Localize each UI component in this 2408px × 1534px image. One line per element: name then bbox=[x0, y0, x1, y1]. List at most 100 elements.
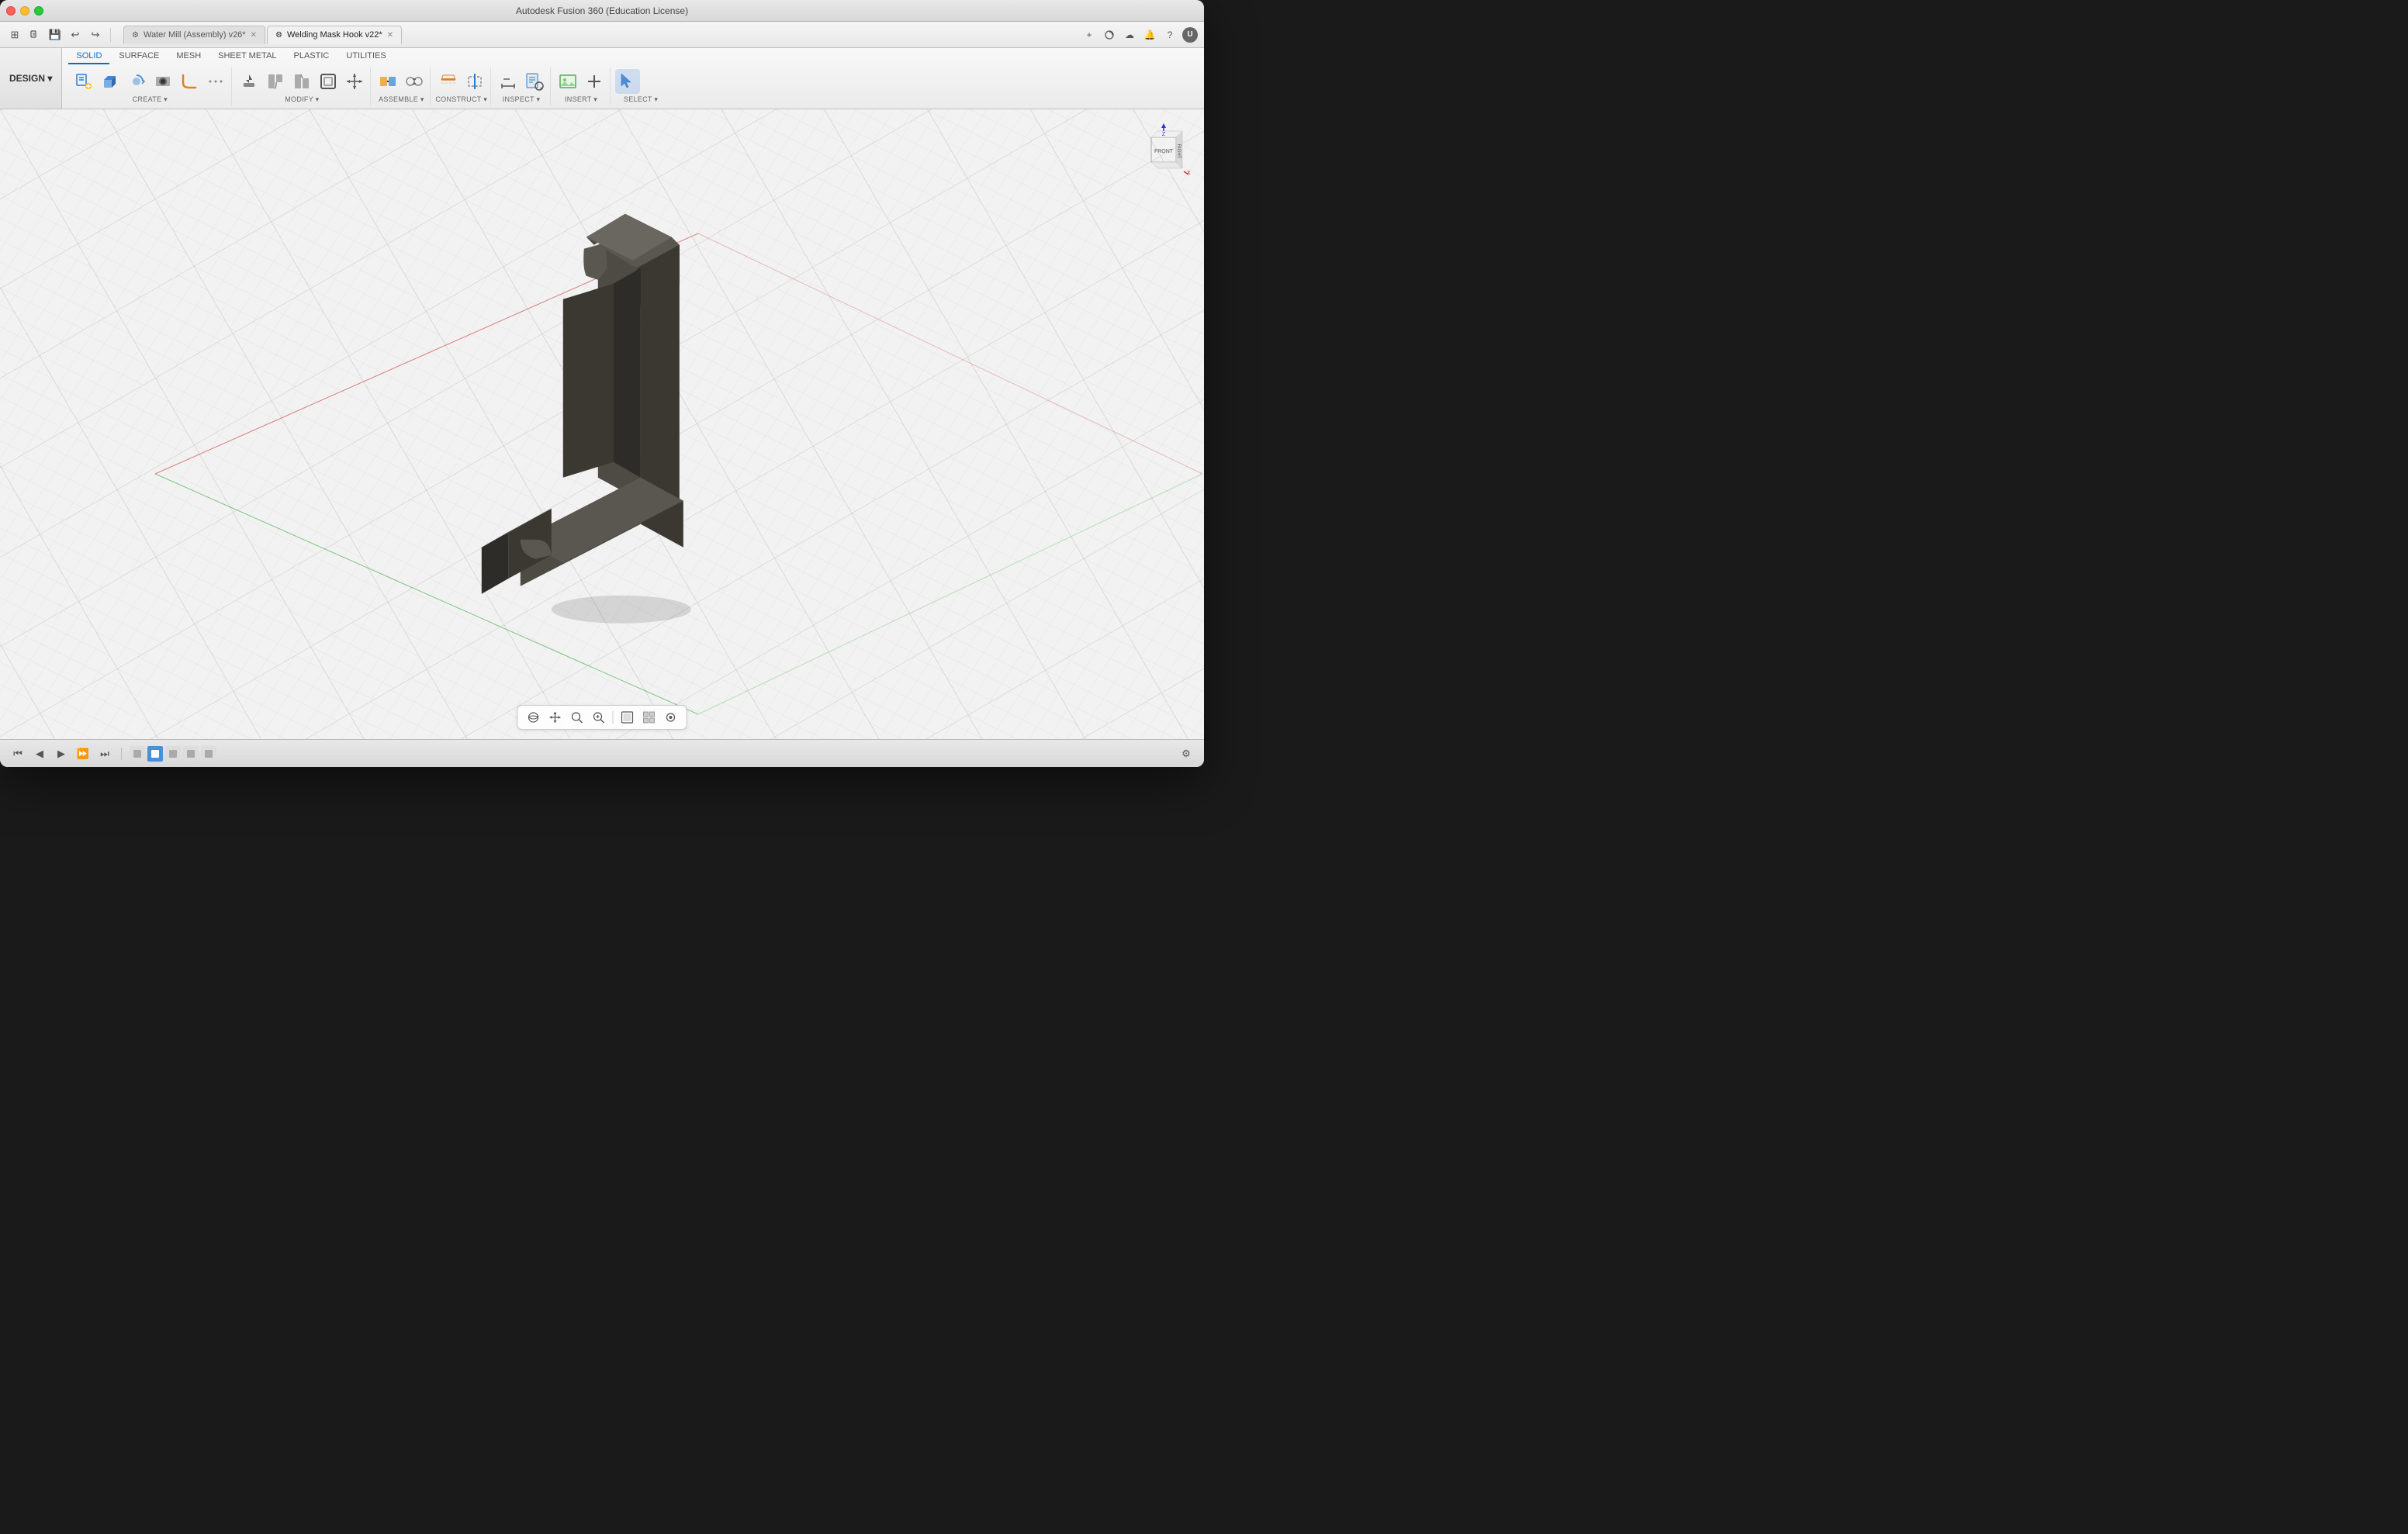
history-item-1[interactable] bbox=[130, 746, 145, 762]
grid-display-btn[interactable] bbox=[640, 708, 659, 727]
notification-icon[interactable]: 🔔 bbox=[1142, 27, 1157, 43]
traffic-lights bbox=[6, 6, 43, 16]
file-menu[interactable] bbox=[26, 26, 43, 43]
view-settings-btn[interactable] bbox=[662, 708, 680, 727]
insert-group: INSERT ▾ bbox=[552, 67, 611, 105]
canvas[interactable]: FRONT RIGHT Z X bbox=[0, 109, 1204, 739]
tab-label: Water Mill (Assembly) v26* bbox=[144, 30, 246, 40]
canvas-sep-1 bbox=[613, 711, 614, 724]
extrude-btn[interactable] bbox=[98, 69, 123, 94]
tab-water-mill[interactable]: ⚙ Water Mill (Assembly) v26* ✕ bbox=[123, 26, 265, 44]
view-orbit-btn[interactable] bbox=[524, 708, 543, 727]
history-item-2[interactable] bbox=[147, 746, 163, 762]
status-right: ⚙ bbox=[1178, 745, 1195, 762]
tab-plastic[interactable]: PLASTIC bbox=[286, 48, 337, 64]
tab-icon-active: ⚙ bbox=[275, 31, 282, 40]
select-label: SELECT ▾ bbox=[624, 95, 658, 104]
timeline-history bbox=[130, 746, 216, 762]
select-filter-btn[interactable] bbox=[642, 69, 666, 94]
rigid-group-btn[interactable] bbox=[402, 69, 427, 94]
redo-icon[interactable]: ↪ bbox=[87, 26, 104, 43]
tab-surface[interactable]: SURFACE bbox=[111, 48, 167, 64]
canvas-bottom-toolbar bbox=[517, 705, 687, 730]
new-sketch-btn[interactable] bbox=[71, 69, 96, 94]
save-icon[interactable]: 💾 bbox=[47, 26, 64, 43]
design-button[interactable]: DESIGN ▾ bbox=[0, 48, 62, 109]
timeline-next-btn[interactable]: ⏩ bbox=[74, 745, 92, 762]
right-controls: + ☁ 🔔 ? U bbox=[1081, 27, 1198, 43]
assemble-label: ASSEMBLE ▾ bbox=[379, 95, 424, 104]
minimize-button[interactable] bbox=[20, 6, 29, 16]
application-window: Autodesk Fusion 360 (Education License) … bbox=[0, 0, 1204, 767]
toolbar: DESIGN ▾ SOLID SURFACE MESH SHEET METAL … bbox=[0, 48, 1204, 109]
maximize-button[interactable] bbox=[34, 6, 43, 16]
chamfer-btn[interactable] bbox=[289, 69, 314, 94]
history-item-5[interactable] bbox=[201, 746, 216, 762]
design-label: DESIGN ▾ bbox=[9, 73, 52, 84]
toolbar-tabs: SOLID SURFACE MESH SHEET METAL PLASTIC U… bbox=[62, 48, 1204, 64]
tab-close-btn[interactable]: ✕ bbox=[251, 31, 257, 40]
construct-group: CONSTRUCT ▾ bbox=[432, 67, 491, 105]
user-avatar[interactable]: U bbox=[1182, 27, 1198, 43]
create-label: CREATE ▾ bbox=[133, 95, 168, 104]
tab-welding-mask[interactable]: ⚙ Welding Mask Hook v22* ✕ bbox=[267, 26, 402, 44]
modify-group: MODIFY ▾ bbox=[234, 67, 371, 105]
tab-utilities[interactable]: UTILITIES bbox=[338, 48, 393, 64]
timeline-prev-btn[interactable]: ◀ bbox=[31, 745, 48, 762]
tab-sheet-metal[interactable]: SHEET METAL bbox=[210, 48, 284, 64]
timeline-play-btn[interactable]: ▶ bbox=[53, 745, 70, 762]
3d-model bbox=[443, 199, 738, 633]
timeline-start-btn[interactable]: ⏮ bbox=[9, 745, 26, 762]
navigation-cube[interactable]: FRONT RIGHT Z X bbox=[1136, 122, 1192, 178]
close-button[interactable] bbox=[6, 6, 16, 16]
modify-label: MODIFY ▾ bbox=[285, 95, 319, 104]
svg-text:Z: Z bbox=[1162, 132, 1166, 137]
window-title: Autodesk Fusion 360 (Education License) bbox=[516, 5, 688, 16]
zoom-btn[interactable] bbox=[590, 708, 608, 727]
fillet-btn[interactable] bbox=[177, 69, 202, 94]
more-create-btn[interactable] bbox=[203, 69, 228, 94]
status-bar: ⏮ ◀ ▶ ⏩ ⏭ ⚙ bbox=[0, 739, 1204, 767]
display-mode-btn[interactable] bbox=[618, 708, 637, 727]
select-btn[interactable] bbox=[615, 69, 640, 94]
axis-btn[interactable] bbox=[462, 69, 487, 94]
tab-mesh[interactable]: MESH bbox=[168, 48, 209, 64]
svg-text:RIGHT: RIGHT bbox=[1176, 144, 1181, 159]
shell-btn[interactable] bbox=[316, 69, 341, 94]
separator bbox=[110, 28, 111, 42]
undo-icon[interactable]: ↩ bbox=[67, 26, 84, 43]
insert-more-btn[interactable] bbox=[582, 69, 607, 94]
cloud-icon[interactable]: ☁ bbox=[1122, 27, 1137, 43]
settings-btn[interactable]: ⚙ bbox=[1178, 745, 1195, 762]
construct-label: CONSTRUCT ▾ bbox=[435, 95, 487, 104]
timeline-end-btn[interactable]: ⏭ bbox=[96, 745, 113, 762]
inspect-btn[interactable] bbox=[522, 69, 547, 94]
canvas-area[interactable]: FRONT RIGHT Z X bbox=[0, 109, 1204, 739]
tab-close-active-btn[interactable]: ✕ bbox=[387, 31, 393, 40]
tabs-area: ⚙ Water Mill (Assembly) v26* ✕ ⚙ Welding… bbox=[123, 26, 1078, 44]
insert-image-btn[interactable] bbox=[555, 69, 580, 94]
menu-bar: ⊞ 💾 ↩ ↪ ⚙ Water Mill (Assembly) v26* ✕ ⚙… bbox=[0, 22, 1204, 48]
move-btn[interactable] bbox=[342, 69, 367, 94]
history-item-3[interactable] bbox=[165, 746, 181, 762]
fillet-mod-btn[interactable] bbox=[263, 69, 288, 94]
view-pan-btn[interactable] bbox=[546, 708, 565, 727]
svg-text:FRONT: FRONT bbox=[1154, 149, 1174, 154]
inspect-group: INSPECT ▾ bbox=[493, 67, 551, 105]
apps-icon[interactable]: ⊞ bbox=[6, 26, 23, 43]
tab-label-active: Welding Mask Hook v22* bbox=[287, 30, 382, 40]
plane-btn[interactable] bbox=[436, 69, 461, 94]
joint-btn[interactable] bbox=[375, 69, 400, 94]
help-icon[interactable]: ? bbox=[1162, 27, 1178, 43]
zoom-fit-btn[interactable] bbox=[568, 708, 586, 727]
inspect-label: INSPECT ▾ bbox=[503, 95, 541, 104]
sync-icon[interactable] bbox=[1102, 27, 1117, 43]
press-pull-btn[interactable] bbox=[237, 69, 261, 94]
measure-btn[interactable] bbox=[496, 69, 521, 94]
status-sep bbox=[121, 748, 122, 760]
hole-btn[interactable] bbox=[150, 69, 175, 94]
tab-solid[interactable]: SOLID bbox=[68, 48, 109, 64]
history-item-4[interactable] bbox=[183, 746, 199, 762]
revolve-btn[interactable] bbox=[124, 69, 149, 94]
add-tab-btn[interactable]: + bbox=[1081, 27, 1097, 43]
